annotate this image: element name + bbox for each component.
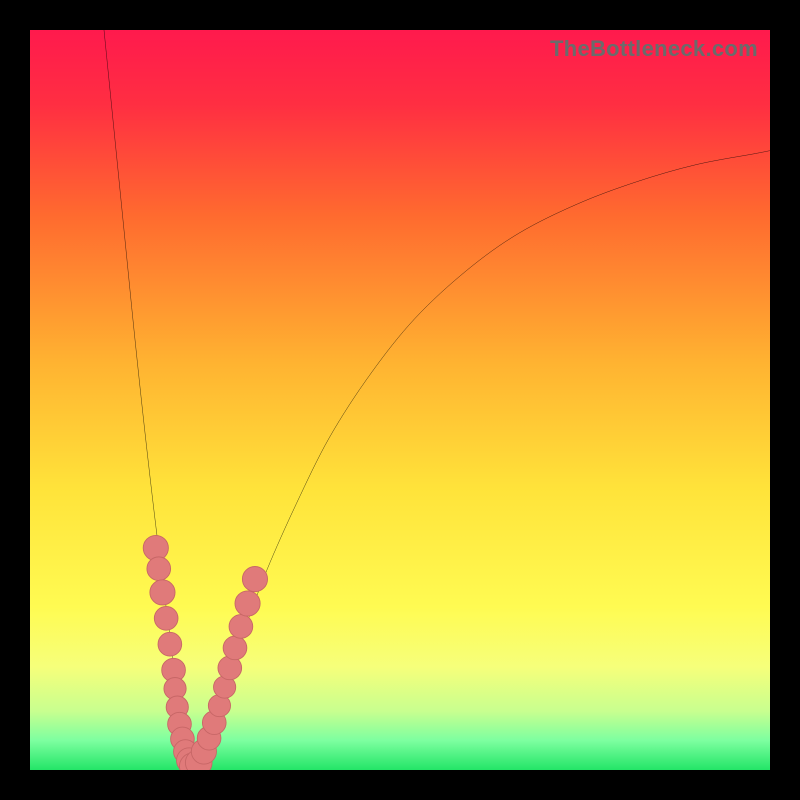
- curve-right-branch: [193, 151, 770, 770]
- chart-frame: TheBottleneck.com: [0, 0, 800, 800]
- data-dot: [229, 615, 253, 639]
- curves-layer: [30, 30, 770, 770]
- data-dot: [158, 632, 182, 656]
- data-dot: [242, 567, 267, 592]
- plot-area: TheBottleneck.com: [30, 30, 770, 770]
- data-dot: [235, 591, 260, 616]
- curve-left-branch: [104, 30, 193, 770]
- data-dot: [147, 557, 171, 581]
- data-dot: [223, 636, 247, 660]
- data-dot: [150, 580, 175, 605]
- data-dot: [154, 606, 178, 630]
